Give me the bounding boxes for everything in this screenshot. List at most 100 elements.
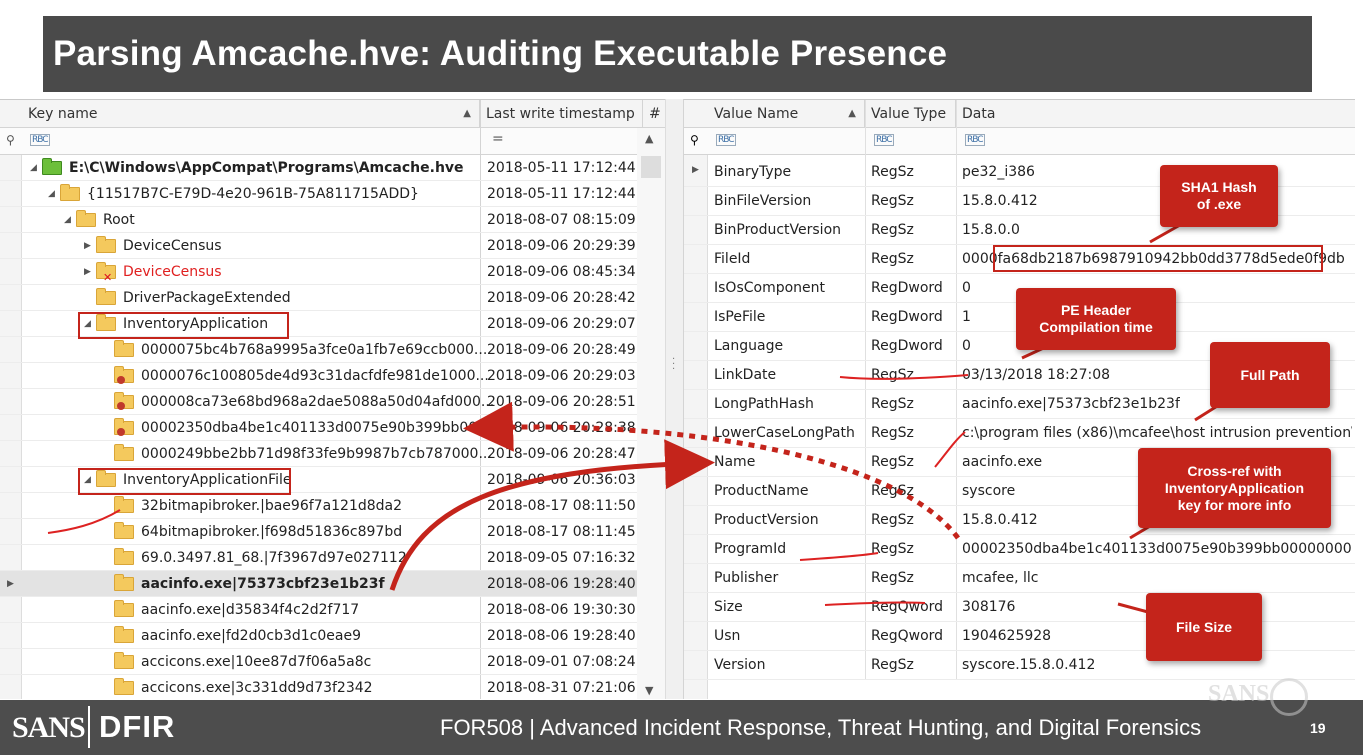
column-header-value-name[interactable]: Value Name ▲ [708,100,865,128]
key-name: aacinfo.exe|fd2d0cb3d1c0eae9 [141,628,361,644]
folder-icon [96,288,116,305]
column-header-last-write[interactable]: Last write timestamp [480,100,643,128]
folder-icon [114,626,134,643]
key-name: accicons.exe|3c331dd9d73f2342 [141,680,373,696]
value-data: mcafee, llc [962,570,1039,586]
column-header-value-type[interactable]: Value Type [865,100,956,128]
key-tree-row[interactable]: DriverPackageExtended 2018-09-06 20:28:42 [0,285,665,311]
key-tree-row[interactable]: accicons.exe|10ee87d7f06a5a8c 2018-09-01 … [0,649,665,675]
callout-full-path-text: Full Path [1240,366,1300,383]
key-tree-row[interactable]: ▶ ✕ DeviceCensus 2018-09-06 08:45:34 [0,259,665,285]
key-last-write-timestamp: 2018-08-07 08:15:09 [487,212,636,228]
value-data: 0 [962,338,971,354]
filter-key-name[interactable]: RBC [30,134,50,146]
key-tree-row[interactable]: 00002350dba4be1c401133d0075e90b399bb000.… [0,415,665,441]
key-last-write-timestamp: 2018-09-05 07:16:32 [487,550,636,566]
callout-file-size: File Size [1146,593,1262,661]
value-name: FileId [714,251,751,267]
registry-key-tree[interactable]: Key name ▲ Last write timestamp # ⚲ RBC … [0,99,665,699]
value-name: ProgramId [714,541,787,557]
column-header-hash-label: # [649,106,661,122]
scroll-down-icon[interactable]: ▼ [645,684,653,697]
key-tree-row[interactable]: 32bitmapibroker.|bae96f7a121d8da2 2018-08… [0,493,665,519]
filter-value-type[interactable]: RBC [874,134,894,146]
pane-splitter[interactable]: · · · [665,99,683,699]
key-tree-row[interactable]: 000008ca73e68bd968a2dae5088a50d04afd000.… [0,389,665,415]
value-data: syscore.15.8.0.412 [962,657,1096,673]
value-data: aacinfo.exe [962,454,1043,470]
column-header-hash[interactable]: # [643,100,665,128]
value-name: LongPathHash [714,396,814,412]
value-row[interactable]: LowerCaseLongPath RegSz c:\program files (… [684,419,1355,448]
key-tree-row[interactable]: ◢ {11517B7C-E79D-4e20-961B-75A811715ADD} 2… [0,181,665,207]
value-type: RegSz [871,512,914,528]
key-last-write-timestamp: 2018-09-06 08:45:34 [487,264,636,280]
value-name: BinaryType [714,164,792,180]
key-tree-scrollbar[interactable]: ▲ ▼ [637,128,665,699]
key-tree-row[interactable]: ▶ DeviceCensus 2018-09-06 20:29:39 [0,233,665,259]
course-title: FOR508 | Advanced Incident Response, Thr… [440,715,1202,740]
folder-icon [114,496,134,513]
slide-title: Parsing Amcache.hve: Auditing Executable… [43,16,1312,92]
key-tree-row[interactable]: 69.0.3497.81_68.|7f3967d97e027112 2018-09… [0,545,665,571]
key-tree-row[interactable]: accicons.exe|3c331dd9d73f2342 2018-08-31 … [0,675,665,699]
key-tree-row[interactable]: ▶ aacinfo.exe|75373cbf23e1b23f 2018-08-06 … [0,571,665,597]
key-tree-row[interactable]: 0000249bbe2bb71d98f33fe9b9987b7cb787000.… [0,441,665,467]
key-tree-row[interactable]: 0000075bc4b768a9995a3fce0a1fb7e69ccb000.… [0,337,665,363]
collapse-icon[interactable]: ◢ [30,155,37,181]
slide-footer: SANS DFIR FOR508 | Advanced Incident Res… [0,700,1363,755]
highlight-sha1-hash [993,245,1323,272]
splitter-grip-icon: · · · [672,354,676,375]
key-name: DeviceCensus [123,238,222,254]
value-type: RegSz [871,541,914,557]
key-tree-row[interactable]: aacinfo.exe|fd2d0cb3d1c0eae9 2018-08-06 1… [0,623,665,649]
key-name: Root [103,212,135,228]
value-data: pe32_i386 [962,164,1035,180]
value-row[interactable]: ProgramId RegSz 00002350dba4be1c401133d007… [684,535,1355,564]
value-name: IsOsComponent [714,280,826,296]
collapse-icon[interactable]: ◢ [64,207,71,233]
column-header-data[interactable]: Data [956,100,1355,128]
key-last-write-timestamp: 2018-08-06 19:28:40 [487,628,636,644]
key-last-write-timestamp: 2018-09-06 20:28:42 [487,290,636,306]
key-last-write-timestamp: 2018-05-11 17:12:44 [487,186,636,202]
key-tree-row[interactable]: ◢ E:\C\Windows\AppCompat\Programs\Amcache… [0,155,665,181]
value-name: Publisher [714,570,779,586]
value-name: Name [714,454,756,470]
key-last-write-timestamp: 2018-08-06 19:28:40 [487,576,636,592]
filter-value-name[interactable]: RBC [716,134,736,146]
values-grid-header: Value Name ▲ Value Type Data [684,100,1355,128]
key-name: E:\C\Windows\AppCompat\Programs\Amcache.… [69,160,464,176]
current-row-icon: ▶ [7,579,14,589]
key-last-write-timestamp: 2018-08-17 08:11:45 [487,524,636,540]
scrollbar-thumb[interactable] [641,156,661,178]
key-tree-row[interactable]: 0000076c100805de4d93c31dacfdfe981de1000.… [0,363,665,389]
value-name: Version [714,657,766,673]
filter-last-write[interactable]: = [492,131,504,147]
value-type: RegSz [871,657,914,673]
key-tree-row[interactable]: aacinfo.exe|d35834f4c2d2f717 2018-08-06 1… [0,597,665,623]
sort-ascending-icon: ▲ [463,108,471,119]
value-data: 0 [962,280,971,296]
key-last-write-timestamp: 2018-09-06 20:28:49 [487,342,636,358]
value-row[interactable]: Publisher RegSz mcafee, llc [684,564,1355,593]
key-tree-filter-row: ⚲ RBC = [0,128,665,155]
expand-icon[interactable]: ▶ [84,233,91,259]
collapse-icon[interactable]: ◢ [48,181,55,207]
key-tree-row[interactable]: 64bitmapibroker.|f698d51836c897bd 2018-08… [0,519,665,545]
value-data: 15.8.0.412 [962,193,1038,209]
filter-data[interactable]: RBC [965,134,985,146]
scroll-up-icon[interactable]: ▲ [645,132,653,145]
folder-icon [114,340,134,357]
expand-icon[interactable]: ▶ [84,259,91,285]
callout-cross-ref: Cross-ref with InventoryApplication key … [1138,448,1331,528]
value-type: RegSz [871,251,914,267]
value-name: BinProductVersion [714,222,842,238]
value-type: RegQword [871,628,944,644]
column-header-key-name[interactable]: Key name ▲ [22,100,480,128]
key-warning-icon [117,402,125,410]
key-tree-row[interactable]: ◢ Root 2018-08-07 08:15:09 [0,207,665,233]
value-type: RegSz [871,570,914,586]
key-tree-header: Key name ▲ Last write timestamp # [0,100,665,128]
value-name: ProductVersion [714,512,819,528]
